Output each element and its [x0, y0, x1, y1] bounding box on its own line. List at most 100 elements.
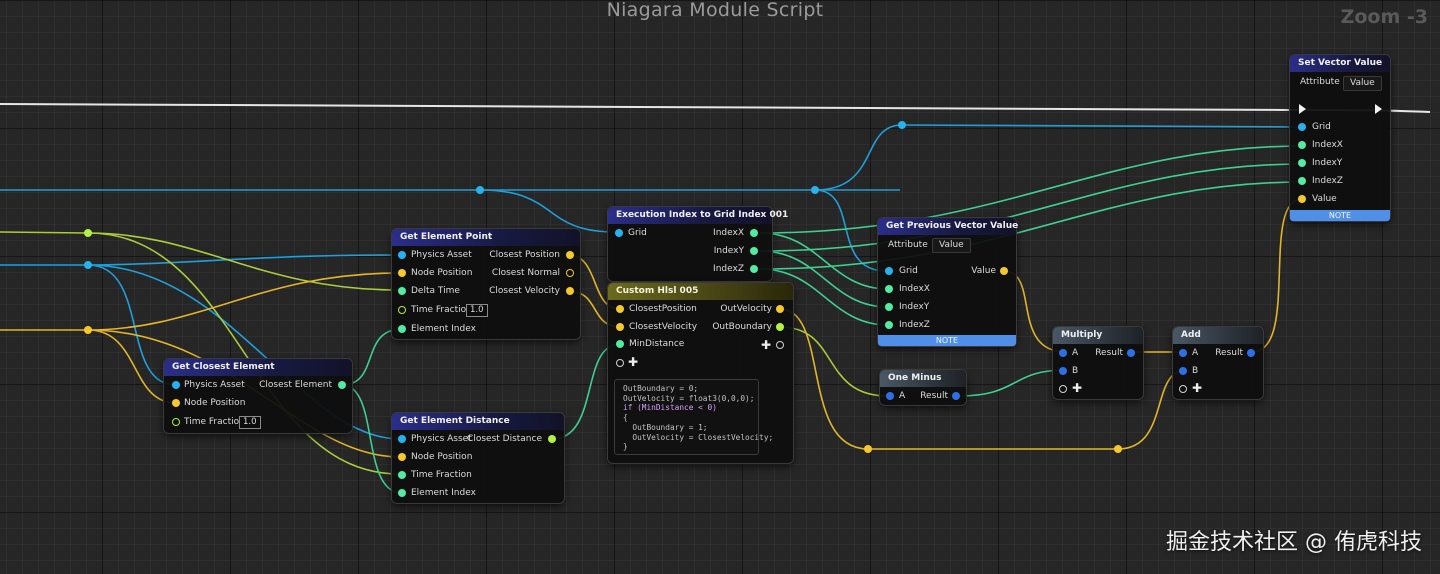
- pin-label: ClosestVelocity: [629, 322, 698, 332]
- pin-label: Value: [1312, 194, 1337, 204]
- delta-wire-b: [87, 232, 401, 475]
- value-pin[interactable]: [1000, 267, 1008, 275]
- pin-label: Grid: [628, 228, 647, 238]
- add-input-plus-icon[interactable]: ✚: [628, 356, 638, 368]
- min-distance-pin[interactable]: [616, 340, 624, 348]
- node-title[interactable]: Get Element Point: [392, 229, 580, 246]
- add-pin[interactable]: [1059, 385, 1067, 393]
- a-pin[interactable]: [886, 392, 894, 400]
- node-title[interactable]: Get Element Distance: [392, 413, 564, 430]
- node-title[interactable]: Get Closest Element: [164, 359, 352, 376]
- physics-asset-pin[interactable]: [398, 435, 406, 443]
- node-title[interactable]: Add: [1173, 327, 1263, 344]
- pin-label: IndexX: [899, 284, 930, 294]
- add-pin-plus-icon[interactable]: ✚: [1072, 382, 1082, 394]
- reroute-velocity-b: [1114, 445, 1122, 453]
- index-y-pin[interactable]: [885, 303, 893, 311]
- node-get-previous-vector-value[interactable]: Get Previous Vector Value Attribute Valu…: [878, 218, 1018, 346]
- node-one-minus[interactable]: One Minus A Result: [880, 370, 966, 405]
- node-position-pin[interactable]: [398, 453, 406, 461]
- node-get-closest-element[interactable]: Get Closest Element Physics Asset Node P…: [164, 359, 352, 433]
- pin-label: IndexY: [899, 302, 930, 312]
- note-bar[interactable]: NOTE: [878, 335, 1016, 346]
- value-pin[interactable]: [1298, 195, 1306, 203]
- time-fraction-input[interactable]: 1.0: [239, 416, 261, 429]
- pin-label: B: [1192, 366, 1199, 376]
- closest-position-pin[interactable]: [566, 251, 574, 259]
- out-velocity-pin[interactable]: [776, 305, 784, 313]
- pin-label: Delta Time: [411, 286, 460, 296]
- node-title[interactable]: Get Previous Vector Value: [878, 218, 1018, 235]
- node-set-vector-value[interactable]: Set Vector Value Attribute Value Grid In…: [1290, 55, 1390, 221]
- node-title[interactable]: Multiply: [1053, 327, 1143, 344]
- physics-asset-pin[interactable]: [398, 251, 406, 259]
- time-fraction-input[interactable]: 1.0: [466, 304, 488, 317]
- pin-label: Grid: [899, 266, 918, 276]
- node-add[interactable]: Add A B ✚ Result: [1173, 327, 1263, 399]
- closest-velocity-pin[interactable]: [566, 287, 574, 295]
- node-title[interactable]: Execution Index to Grid Index 001: [608, 207, 788, 224]
- pin-label: OutVelocity: [720, 304, 772, 314]
- element-index-pin[interactable]: [398, 489, 406, 497]
- time-fraction-pin[interactable]: [172, 418, 180, 426]
- node-title[interactable]: Set Vector Value: [1290, 55, 1390, 72]
- time-fraction-pin[interactable]: [398, 306, 406, 314]
- index-x-pin[interactable]: [750, 229, 758, 237]
- grid-pin[interactable]: [1298, 123, 1306, 131]
- b-pin[interactable]: [1059, 367, 1067, 375]
- add-pin[interactable]: [1179, 385, 1187, 393]
- hlsl-code-editor[interactable]: OutBoundary = 0; OutVelocity = float3(0,0…: [614, 379, 773, 455]
- exec-in-pin[interactable]: [1299, 104, 1306, 114]
- pin-label: IndexZ: [713, 264, 744, 274]
- node-custom-hlsl[interactable]: Custom Hlsl 005 ClosestPosition ClosestV…: [608, 283, 793, 463]
- physics-asset-pin[interactable]: [172, 381, 180, 389]
- add-input-pin[interactable]: [616, 359, 624, 367]
- node-get-element-point[interactable]: Get Element Point Physics Asset Node Pos…: [392, 229, 580, 339]
- node-execution-index[interactable]: Execution Index to Grid Index 001 Grid I…: [608, 207, 788, 281]
- time-fraction-pin[interactable]: [398, 471, 406, 479]
- index-x-pin[interactable]: [885, 285, 893, 293]
- graph-title: Niagara Module Script: [606, 0, 824, 21]
- index-z-pin[interactable]: [750, 265, 758, 273]
- b-pin[interactable]: [1179, 367, 1187, 375]
- index-z-pin[interactable]: [885, 321, 893, 329]
- grid-pin[interactable]: [885, 267, 893, 275]
- out-boundary-pin[interactable]: [776, 323, 784, 331]
- closest-element-pin[interactable]: [338, 381, 346, 389]
- reroute-physics: [84, 261, 92, 269]
- closest-distance-pin[interactable]: [548, 435, 556, 443]
- closest-normal-pin[interactable]: [566, 269, 574, 277]
- index-x-pin[interactable]: [1298, 141, 1306, 149]
- node-multiply[interactable]: Multiply A B ✚ Result: [1053, 327, 1143, 399]
- result-pin[interactable]: [1247, 349, 1255, 357]
- node-position-pin[interactable]: [172, 399, 180, 407]
- a-pin[interactable]: [1179, 349, 1187, 357]
- node-get-element-distance[interactable]: Get Element Distance Physics Asset Node …: [392, 413, 564, 503]
- exec-out-pin[interactable]: [1375, 104, 1382, 114]
- index-y-pin[interactable]: [1298, 159, 1306, 167]
- element-index-pin[interactable]: [398, 325, 406, 333]
- note-bar[interactable]: NOTE: [1290, 210, 1390, 221]
- result-pin[interactable]: [1127, 349, 1135, 357]
- closest-position-pin[interactable]: [616, 305, 624, 313]
- closest-velocity-pin[interactable]: [616, 323, 624, 331]
- add-pin-plus-icon[interactable]: ✚: [1192, 382, 1202, 394]
- add-output-pin[interactable]: [776, 341, 784, 349]
- result-pin[interactable]: [952, 392, 960, 400]
- a-pin[interactable]: [1059, 349, 1067, 357]
- attribute-value-field[interactable]: Value: [932, 238, 971, 253]
- node-position-pin[interactable]: [398, 269, 406, 277]
- index-y-pin[interactable]: [750, 247, 758, 255]
- attribute-value-field[interactable]: Value: [1343, 76, 1382, 91]
- node-title[interactable]: Custom Hlsl 005: [608, 283, 793, 300]
- delta-time-pin[interactable]: [398, 287, 406, 295]
- grid-pin[interactable]: [615, 229, 623, 237]
- pin-label: Result: [1095, 348, 1123, 358]
- add-output-plus-icon[interactable]: ✚: [761, 339, 771, 351]
- node-title[interactable]: One Minus: [880, 370, 966, 387]
- reroute-grid-b: [811, 186, 819, 194]
- index-z-pin[interactable]: [1298, 177, 1306, 185]
- pin-label: Closest Position: [489, 250, 560, 260]
- attribute-label: Attribute: [1300, 77, 1340, 87]
- pin-label: Physics Asset: [184, 380, 245, 390]
